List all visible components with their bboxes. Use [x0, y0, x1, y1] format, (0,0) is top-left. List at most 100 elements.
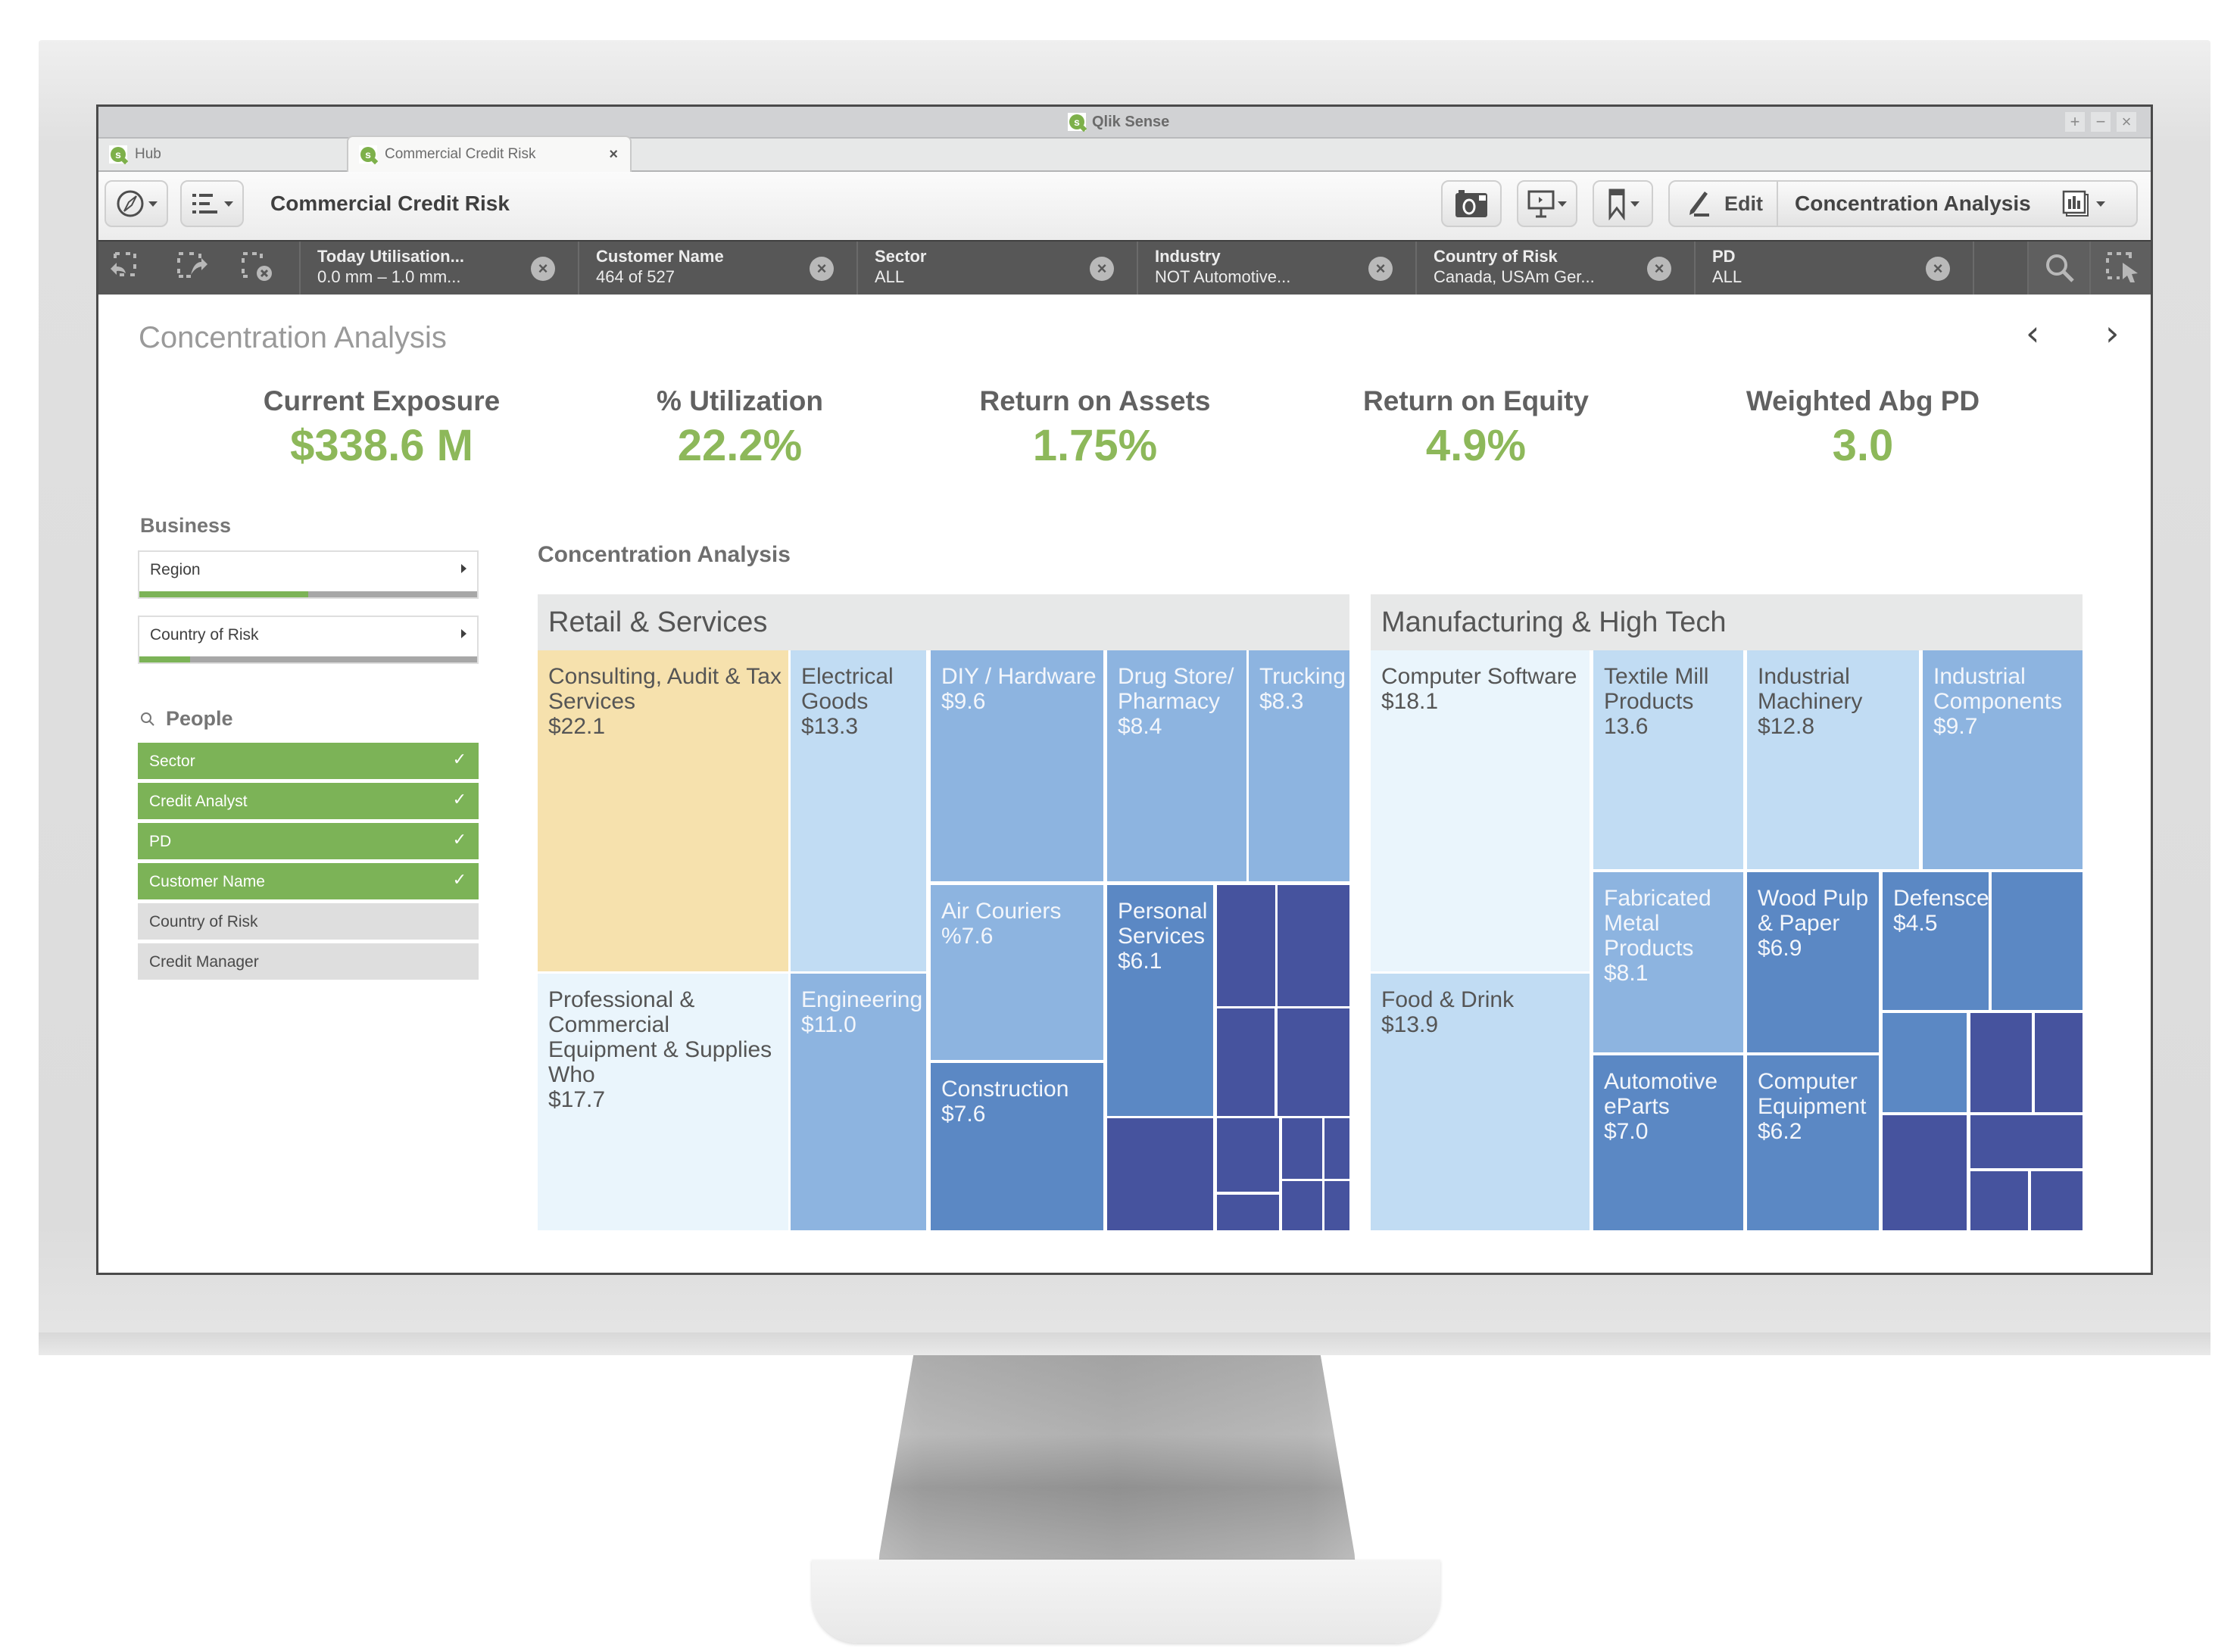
filter-country-of-risk[interactable]: Country of Risk [138, 616, 479, 664]
treemap-tile[interactable] [2035, 1013, 2083, 1112]
treemap-tile[interactable] [1217, 885, 1275, 1006]
treemap-tile[interactable] [1217, 1008, 1274, 1116]
treemap-tile[interactable] [1992, 872, 2083, 1010]
treemap-tile-consulting-audit-tax-services[interactable]: Consulting, Audit & Tax Services $22.1 [538, 650, 788, 971]
current-sheet-name[interactable]: Concentration Analysis [1795, 192, 2031, 216]
minimize-button[interactable]: − [2091, 112, 2111, 132]
treemap-tile[interactable] [1324, 1118, 1349, 1179]
checkmark-icon: ✓ [452, 871, 466, 890]
clear-selection-icon[interactable]: × [1926, 257, 1950, 281]
field-label: Country of Risk [149, 913, 258, 930]
treemap-tile[interactable] [1970, 1115, 2083, 1168]
selection-chip-country-of-risk[interactable]: Country of Risk Canada, USAm Ger... × [1415, 242, 1694, 295]
selection-chip-sector[interactable]: Sector ALL × [856, 242, 1137, 295]
treemap-tile-industrial-components[interactable]: Industrial Components $9.7 [1923, 650, 2083, 869]
lasso-select-icon [2106, 252, 2138, 282]
treemap-tile-automotive-eparts[interactable]: Automotive eParts $7.0 [1593, 1055, 1743, 1230]
filter-label: Country of Risk [150, 626, 259, 644]
step-back-icon[interactable] [108, 251, 144, 284]
people-field-pd[interactable]: PD ✓ [138, 823, 479, 859]
bookmarks-button[interactable] [1593, 180, 1653, 227]
treemap-tile-label: Drug Store/ Pharmacy $8.4 [1118, 664, 1234, 739]
sheets-menu-button[interactable] [2061, 189, 2105, 219]
tab-commercial-credit-risk[interactable]: s Commercial Credit Risk × [347, 136, 632, 172]
treemap-tile-computer-software[interactable]: Computer Software $18.1 [1371, 650, 1590, 971]
people-field-customer-name[interactable]: Customer Name ✓ [138, 863, 479, 899]
search-icon [2046, 254, 2074, 282]
treemap-tile[interactable] [1217, 1195, 1279, 1230]
clear-selection-icon[interactable]: × [531, 257, 555, 281]
treemap-tile-label: Industrial Machinery $12.8 [1758, 664, 1863, 739]
maximize-button[interactable]: + [2065, 112, 2085, 132]
treemap-tile-label: Wood Pulp & Paper $6.9 [1758, 886, 1869, 961]
treemap-tile-computer-equipment[interactable]: Computer Equipment $6.2 [1747, 1055, 1879, 1230]
close-window-button[interactable]: × [2117, 112, 2136, 132]
clear-selections-icon[interactable] [239, 251, 275, 284]
people-field-credit-analyst[interactable]: Credit Analyst ✓ [138, 783, 479, 819]
treemap-tile[interactable] [1217, 1118, 1279, 1192]
treemap-tile-personal-services[interactable]: Personal Services $6.1 [1107, 885, 1213, 1116]
field-label: Credit Manager [149, 953, 259, 971]
search-button[interactable] [2027, 242, 2091, 295]
tab-label: Hub [135, 146, 161, 162]
treemap-tile-industrial-machinery[interactable]: Industrial Machinery $12.8 [1747, 650, 1919, 869]
previous-sheet-button[interactable]: ‹ [2026, 313, 2039, 354]
clear-selection-icon[interactable]: × [1090, 257, 1114, 281]
people-field-credit-manager[interactable]: Credit Manager [138, 943, 479, 980]
people-heading: People [140, 707, 233, 731]
treemap-tile[interactable] [2031, 1171, 2083, 1230]
treemap-tile[interactable] [1883, 1013, 1967, 1112]
treemap-tile[interactable] [1883, 1115, 1967, 1230]
navigation-menu-button[interactable] [105, 180, 168, 227]
treemap-tile[interactable] [1278, 885, 1349, 1006]
treemap-tile-diy-hardware[interactable]: DIY / Hardware $9.6 [931, 650, 1103, 881]
step-forward-icon[interactable] [174, 251, 211, 284]
treemap-tile[interactable] [1282, 1181, 1322, 1230]
selection-tool-button[interactable] [2089, 242, 2151, 295]
next-sheet-button[interactable]: › [2105, 313, 2119, 354]
kpi-label: Return on Equity [1362, 385, 1590, 416]
selection-chip-pd[interactable]: PD ALL × [1694, 242, 1973, 295]
snapshot-button[interactable] [1441, 180, 1502, 227]
treemap-tile-label: Computer Software $18.1 [1381, 664, 1577, 714]
clear-selection-icon[interactable]: × [1647, 257, 1671, 281]
treemap-tile-label: Automotive eParts $7.0 [1604, 1069, 1718, 1144]
filter-region[interactable]: Region [138, 550, 479, 599]
treemap-tile-construction[interactable]: Construction $7.6 [931, 1063, 1103, 1230]
treemap-group-header[interactable]: Manufacturing & High Tech [1371, 594, 2083, 650]
treemap-tile-textile-mill-products[interactable]: Textile Mill Products 13.6 [1593, 650, 1743, 869]
selection-chip-industry[interactable]: Industry NOT Automotive... × [1137, 242, 1415, 295]
selection-chip-customer-name[interactable]: Customer Name 464 of 527 × [578, 242, 856, 295]
clear-selection-icon[interactable]: × [1368, 257, 1393, 281]
treemap-tile[interactable] [1282, 1118, 1322, 1179]
treemap-tile-defensce[interactable]: Defensce $4.5 [1883, 872, 1989, 1010]
treemap-tile-engineering[interactable]: Engineering $11.0 [791, 974, 926, 1230]
tab-hub[interactable]: s Hub [109, 139, 161, 170]
close-tab-icon[interactable]: × [609, 146, 618, 164]
treemap-tile[interactable] [1970, 1013, 2032, 1112]
treemap-tile[interactable] [1107, 1118, 1213, 1230]
treemap-tile-label: Engineering $11.0 [801, 987, 923, 1037]
treemap-tile-fabricated-metal-products[interactable]: Fabricated Metal Products $8.1 [1593, 872, 1743, 1052]
treemap-tile-trucking[interactable]: Trucking $8.3 [1249, 650, 1349, 881]
people-field-country-of-risk[interactable]: Country of Risk [138, 903, 479, 940]
treemap-group-header[interactable]: Retail & Services [538, 594, 1349, 650]
clear-selection-icon[interactable]: × [810, 257, 834, 281]
treemap-tile[interactable] [1278, 1008, 1349, 1116]
treemap-tile-electrical-goods[interactable]: Electrical Goods $13.3 [791, 650, 926, 971]
people-field-sector[interactable]: Sector ✓ [138, 743, 479, 779]
treemap-tile-food-drink[interactable]: Food & Drink $13.9 [1371, 974, 1590, 1230]
storytelling-button[interactable] [1517, 180, 1577, 227]
selection-state-fill [139, 656, 190, 662]
treemap-tile-drug-store-pharmacy[interactable]: Drug Store/ Pharmacy $8.4 [1107, 650, 1246, 881]
selection-chip-today-utilisation[interactable]: Today Utilisation... 0.0 mm – 1.0 mm... … [299, 242, 578, 295]
treemap-tile[interactable] [1970, 1171, 2028, 1230]
search-icon[interactable] [140, 712, 155, 727]
treemap-tile-label: Fabricated Metal Products $8.1 [1604, 886, 1711, 986]
treemap-tile[interactable] [1324, 1181, 1349, 1230]
app-menu-button[interactable] [180, 180, 244, 227]
treemap-tile-professional-commercial-equipment-supplies-who[interactable]: Professional & Commercial Equipment & Su… [538, 974, 788, 1230]
treemap-tile-wood-pulp-paper[interactable]: Wood Pulp & Paper $6.9 [1747, 872, 1879, 1052]
treemap-tile-air-couriers[interactable]: Air Couriers %7.6 [931, 885, 1103, 1060]
edit-button[interactable]: Edit [1683, 182, 1778, 226]
